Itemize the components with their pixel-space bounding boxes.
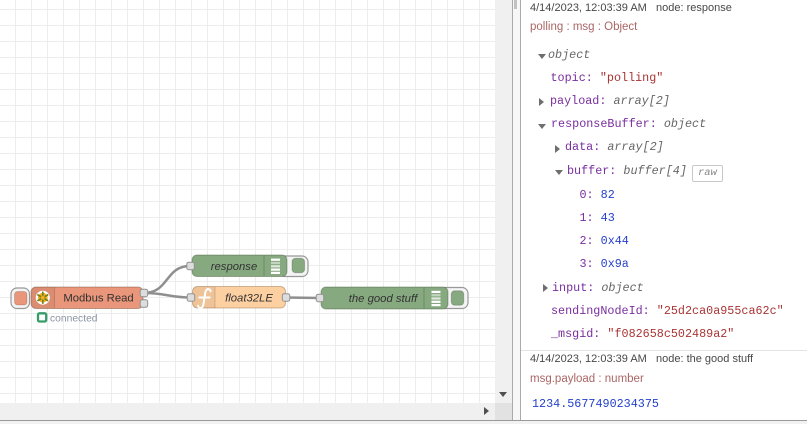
svg-text:response: response — [211, 261, 257, 273]
svg-text:Modbus Read: Modbus Read — [63, 293, 133, 305]
svg-text:the good stuff: the good stuff — [349, 293, 419, 305]
svg-text:connected: connected — [50, 313, 98, 324]
svg-text:float32LE: float32LE — [225, 293, 273, 305]
